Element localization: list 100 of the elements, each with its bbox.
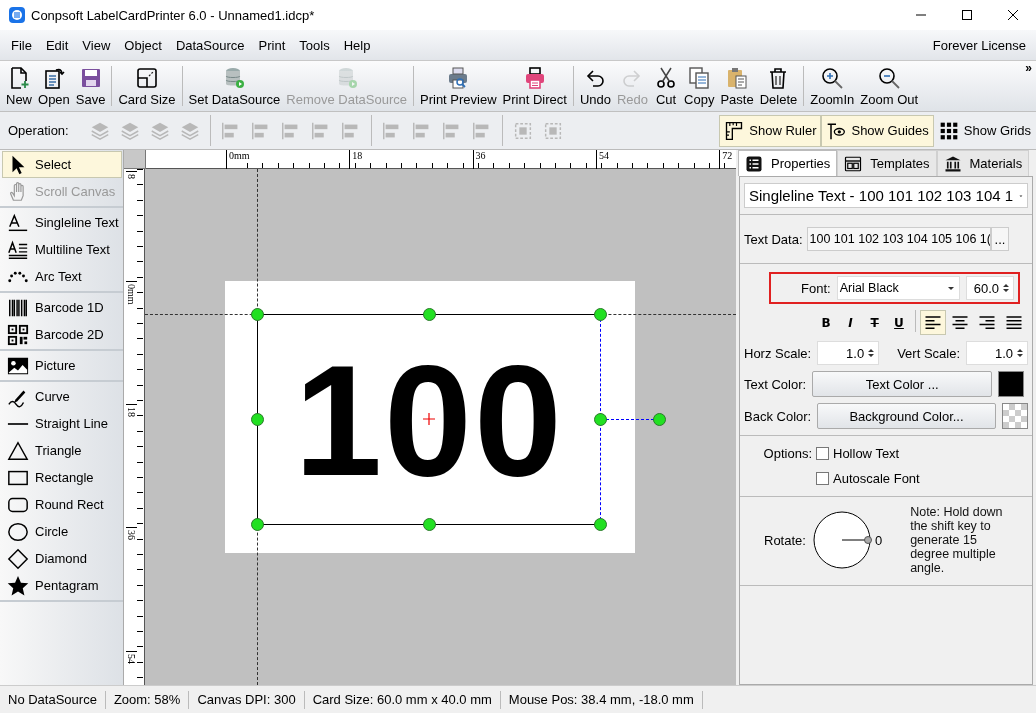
license-label: Forever License (932, 37, 1027, 53)
building-icon (943, 154, 962, 173)
toolbar-button[interactable]: Delete (756, 63, 801, 109)
ruler-label: 18 (126, 404, 137, 417)
panel-tab[interactable]: Materials (936, 150, 1030, 176)
line-icon (7, 422, 29, 425)
menu-item[interactable]: Edit (38, 37, 76, 53)
ruler-label: 36 (126, 527, 137, 540)
toolbar-button[interactable]: Paste (717, 63, 757, 109)
horizontal-scale-spinner[interactable]: 1.0 (817, 341, 880, 365)
tool-item[interactable]: Picture (2, 352, 122, 379)
vertical-scale-spinner[interactable]: 1.0 (966, 341, 1028, 365)
transparent-swatch[interactable] (1002, 403, 1028, 429)
tool-item[interactable]: Barcode 2D (2, 321, 122, 348)
object-dropdown[interactable]: Singleline Text - 100 101 102 103 104 1 (744, 183, 1028, 208)
app-logo-icon (9, 7, 25, 23)
toggle-button[interactable]: Show Ruler (719, 114, 822, 147)
center-mark-icon (423, 413, 435, 425)
toolbar-button[interactable]: Copy (681, 63, 718, 109)
tool-item[interactable]: Multiline Text (2, 236, 122, 263)
ruler-label: 54 (126, 651, 137, 664)
align-left-button[interactable] (920, 310, 946, 335)
tool-item[interactable]: Triangle (2, 437, 122, 464)
tool-item[interactable]: Arc Text (2, 263, 122, 290)
align-justify-icon (1005, 314, 1023, 332)
menu-item[interactable]: File (4, 37, 39, 53)
format-button[interactable]: I (838, 311, 863, 334)
format-button[interactable]: T (862, 311, 887, 334)
toolbar-button[interactable]: Open (35, 63, 73, 109)
menu-item[interactable]: Help (336, 37, 378, 53)
color-swatch[interactable] (998, 371, 1025, 397)
toolbar-button[interactable]: Cut (651, 63, 682, 109)
ruler-label: 0mm (126, 281, 137, 305)
label-text[interactable]: 100 (294, 340, 564, 499)
align-left-icon (924, 314, 942, 332)
toolbar-button[interactable]: Set DataSource (185, 63, 284, 109)
zoom-in-icon (820, 65, 845, 90)
copy-icon (687, 65, 712, 90)
tool-item[interactable]: Rectangle (2, 464, 122, 491)
toolbar-button[interactable]: Print Direct (499, 63, 570, 109)
field-label: Rotate: (764, 532, 806, 548)
overflow-button[interactable]: » (1025, 61, 1032, 75)
status-item: Zoom: 58% (105, 690, 190, 709)
format-button[interactable]: B (814, 311, 839, 334)
ruler-icon (724, 120, 745, 141)
star-icon (7, 574, 29, 597)
field-label: Horz Scale: (744, 345, 812, 361)
status-item: Canvas DPI: 300 (189, 690, 305, 709)
text-color-button[interactable]: Text Color ... (812, 371, 993, 397)
format-button[interactable]: U (886, 311, 912, 334)
rotation-handle[interactable] (653, 413, 666, 426)
rotation-dial[interactable] (811, 509, 874, 571)
tool-item[interactable]: Circle (2, 518, 122, 545)
menu-item[interactable]: DataSource (168, 37, 252, 53)
multiline-text-icon (7, 238, 29, 261)
toolbar-button[interactable]: ZoomIn (807, 63, 858, 109)
menu-item[interactable]: Print (251, 37, 293, 53)
font-size-spinner[interactable]: 60.0 (965, 276, 1014, 300)
toolbar-button[interactable]: New (3, 63, 35, 109)
tool-item[interactable]: Barcode 1D (2, 294, 122, 321)
tool-item[interactable]: Curve (2, 383, 122, 410)
template-icon (844, 154, 863, 173)
triangle-icon (7, 439, 29, 462)
qr-code-icon (7, 323, 29, 346)
grid-icon (938, 120, 959, 141)
tool-item[interactable]: Straight Line (2, 410, 122, 437)
zoom-out-icon (877, 65, 902, 90)
circle-icon (7, 520, 29, 543)
toggle-button[interactable]: Show Grids (933, 114, 1036, 147)
operation-label: Operation: (8, 123, 69, 138)
toolbar-button[interactable]: Print Preview (417, 63, 500, 109)
toolbar-button[interactable]: Save (72, 63, 109, 109)
tool-item[interactable]: Diamond (2, 545, 122, 572)
toggle-button[interactable]: Show Guides (821, 114, 934, 147)
tool-item[interactable]: Singleline Text (2, 209, 122, 236)
tool-item[interactable]: Pentagram (2, 572, 122, 599)
tool-item[interactable]: Round Rect (2, 491, 122, 518)
tool-item[interactable]: Select (2, 151, 122, 178)
checkbox[interactable] (816, 447, 829, 460)
panel-tab[interactable]: Templates (837, 150, 937, 176)
align-center-icon (951, 314, 969, 332)
checkbox-label[interactable]: Autoscale Font (833, 471, 920, 486)
font-dropdown[interactable]: Arial Black (836, 276, 960, 300)
toolbar-button[interactable]: Undo (576, 63, 614, 109)
list-icon (745, 154, 763, 173)
field-label: Vert Scale: (897, 345, 961, 361)
field-label: Font: (801, 280, 831, 296)
checkbox-label[interactable]: Hollow Text (833, 446, 900, 461)
background-color-button[interactable]: Background Color... (816, 403, 997, 429)
toolbar-button[interactable]: Zoom Out (857, 63, 922, 109)
dropdown-arrow-icon (946, 284, 955, 292)
checkbox[interactable] (816, 472, 829, 485)
menu-item[interactable]: Tools (292, 37, 337, 53)
menu-item[interactable]: View (75, 37, 118, 53)
note-text: Note: Hold down the shift key to generate 15 degree multiple angle. (910, 505, 1004, 575)
toolbar-button[interactable]: Card Size (115, 63, 179, 109)
panel-tab[interactable]: Properties (738, 150, 838, 176)
align-right-icon (978, 314, 996, 332)
angle-value: 0 (874, 532, 883, 548)
menu-item[interactable]: Object (117, 37, 169, 53)
